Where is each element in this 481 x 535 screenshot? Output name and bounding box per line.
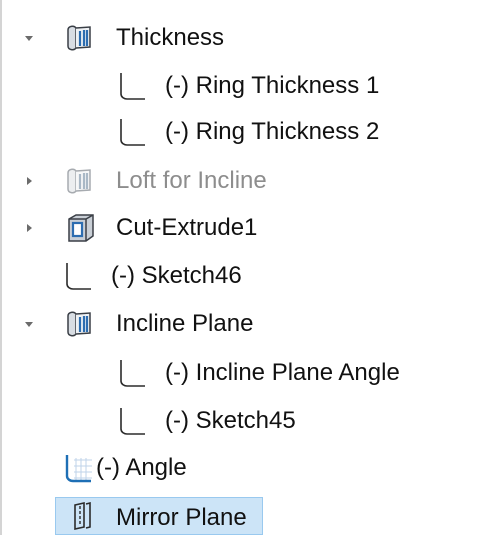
- tree-item-label: Loft for Incline: [116, 167, 267, 194]
- chevron-right-icon[interactable]: [22, 174, 36, 188]
- tree-item-label: (-) Ring Thickness 1: [165, 72, 380, 99]
- tree-item-sketch46[interactable]: (-) Sketch46: [0, 256, 481, 296]
- tree-item-angle[interactable]: (-) Angle: [0, 448, 481, 488]
- tree-item-ring-thickness-1[interactable]: (-) Ring Thickness 1: [0, 66, 481, 106]
- tree-item-label: Mirror Plane: [116, 504, 247, 531]
- cut-extrude-icon: [68, 214, 94, 242]
- tree-item-label: Thickness: [116, 24, 225, 51]
- tree-item-loft-for-incline[interactable]: Loft for Incline: [0, 161, 481, 201]
- sketch-icon: [120, 119, 145, 146]
- loft-feature-icon: [67, 311, 91, 337]
- tree-item-sketch45[interactable]: (-) Sketch45: [0, 401, 481, 441]
- sketch-icon: [120, 408, 145, 435]
- tree-item-label: (-) Sketch45: [165, 407, 296, 434]
- mirror-plane-icon: [74, 501, 91, 530]
- 3d-sketch-icon: [65, 455, 92, 483]
- sketch-icon: [120, 73, 145, 100]
- chevron-right-icon[interactable]: [22, 221, 36, 235]
- sketch-icon: [66, 263, 91, 290]
- tree-item-label: (-) Sketch46: [111, 262, 242, 289]
- tree-item-incline-plane[interactable]: Incline Plane: [0, 304, 481, 344]
- tree-item-label: (-) Incline Plane Angle: [165, 359, 400, 386]
- sketch-icon: [120, 360, 145, 387]
- loft-feature-icon: [67, 25, 91, 51]
- loft-feature-icon: [67, 168, 91, 194]
- chevron-down-icon[interactable]: [22, 31, 36, 45]
- tree-item-label: Cut-Extrude1: [116, 214, 258, 241]
- tree-item-mirror-plane[interactable]: Mirror Plane: [0, 497, 481, 535]
- tree-item-thickness[interactable]: Thickness: [0, 18, 481, 58]
- tree-item-incline-plane-angle[interactable]: (-) Incline Plane Angle: [0, 353, 481, 393]
- chevron-down-icon[interactable]: [22, 317, 36, 331]
- tree-item-label: (-) Ring Thickness 2: [165, 118, 380, 145]
- tree-item-label: Incline Plane: [116, 310, 254, 337]
- tree-item-ring-thickness-2[interactable]: (-) Ring Thickness 2: [0, 112, 481, 152]
- tree-item-label: (-) Angle: [96, 454, 187, 481]
- tree-item-cut-extrude1[interactable]: Cut-Extrude1: [0, 208, 481, 248]
